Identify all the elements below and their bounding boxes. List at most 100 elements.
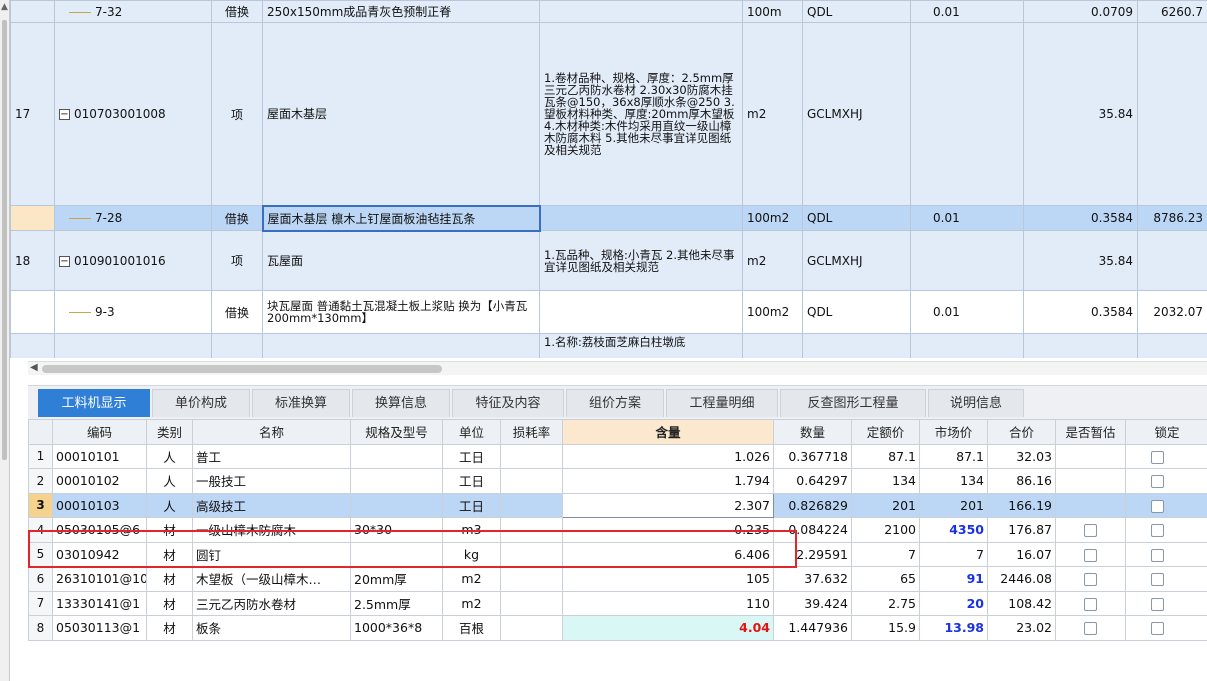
resource-category[interactable]: 材 — [146, 590, 193, 616]
resource-unit[interactable]: m2 — [442, 566, 501, 592]
resource-name[interactable]: 一般技工 — [192, 468, 351, 494]
resource-spec[interactable]: 20mm厚 — [350, 566, 443, 592]
resource-unit[interactable]: kg — [442, 541, 501, 567]
scroll-left-arrow-icon[interactable]: ◀ — [30, 362, 38, 373]
tab-graphic-quantity-lookup[interactable]: 反查图形工程量 — [780, 389, 926, 417]
tab-features-content[interactable]: 特征及内容 — [452, 389, 564, 417]
resource-row[interactable]: 6 26310101@10 材 木望板（一级山樟木… 20mm厚 m2 105 … — [28, 566, 1207, 592]
scroll-up-arrow-icon[interactable]: ▲ — [1, 2, 8, 12]
locked-cell[interactable] — [1125, 590, 1207, 616]
item-features[interactable]: 1.名称:荔枝面芝麻白柱墩底 — [539, 333, 743, 358]
tab-conversion-info[interactable]: 换算信息 — [352, 389, 450, 417]
provisional-cell[interactable] — [1055, 590, 1126, 616]
resource-unit[interactable]: 百根 — [442, 615, 501, 641]
item-features[interactable]: 1.瓦品种、规格:小青瓦 2.其他未尽事宜详见图纸及相关规范 — [539, 230, 743, 291]
resource-code[interactable]: 05030113@1 — [52, 615, 147, 641]
resource-loss[interactable] — [500, 443, 563, 469]
resource-spec[interactable]: 1000*36*8 — [350, 615, 443, 641]
resource-loss[interactable] — [500, 541, 563, 567]
locked-cell[interactable] — [1125, 517, 1207, 543]
locked-checkbox[interactable] — [1151, 573, 1164, 587]
locked-checkbox[interactable] — [1151, 597, 1164, 611]
item-code[interactable] — [54, 333, 212, 358]
resource-name[interactable]: 木望板（一级山樟木… — [192, 566, 351, 592]
provisional-cell[interactable] — [1055, 517, 1126, 543]
tab-labor-material-machine[interactable]: 工料机显示 — [38, 389, 150, 417]
resource-category[interactable]: 人 — [146, 492, 193, 518]
item-expr[interactable]: GCLMXHJ — [802, 230, 911, 291]
resource-market-price[interactable]: 4350 — [919, 517, 988, 543]
collapse-icon[interactable]: − — [59, 255, 70, 267]
locked-checkbox[interactable] — [1151, 524, 1164, 538]
resource-row[interactable]: 5 03010942 材 圆钉 kg 6.406 2.29591 7 7 16.… — [28, 541, 1207, 567]
item-features[interactable]: 1.卷材品种、规格、厚度：2.5mm厚三元乙丙防水卷材 2.30x30防腐木挂瓦… — [539, 22, 743, 206]
header-market-price[interactable]: 市场价 — [919, 419, 988, 445]
locked-cell[interactable] — [1125, 541, 1207, 567]
item-name[interactable]: 250x150mm成品青灰色预制正脊 — [262, 0, 540, 23]
resource-category[interactable]: 材 — [146, 517, 193, 543]
resource-code[interactable]: 00010103 — [52, 492, 147, 518]
resource-row[interactable]: 8 05030113@1 材 板条 1000*36*8 百根 4.04 1.44… — [28, 615, 1207, 641]
resource-content-qty[interactable]: 0.235 — [562, 517, 774, 543]
item-name[interactable]: 块瓦屋面 普通黏土瓦混凝土板上浆贴 换为【小青瓦200mm*130mm】 — [262, 290, 540, 334]
header-locked[interactable]: 锁定 — [1125, 419, 1207, 445]
locked-cell[interactable] — [1125, 566, 1207, 592]
table-row[interactable]: 9-3 借换 块瓦屋面 普通黏土瓦混凝土板上浆贴 换为【小青瓦200mm*130… — [10, 290, 1207, 334]
resource-loss[interactable] — [500, 468, 563, 494]
provisional-checkbox[interactable] — [1084, 622, 1097, 636]
resource-content-qty[interactable]: 105 — [562, 566, 774, 592]
tab-unit-price-composition[interactable]: 单价构成 — [152, 389, 250, 417]
item-code[interactable]: −010901001016 — [54, 230, 212, 291]
resource-content-qty[interactable]: 1.026 — [562, 443, 774, 469]
header-provisional[interactable]: 是否暂估 — [1055, 419, 1126, 445]
header-total[interactable]: 合价 — [987, 419, 1056, 445]
header-amount[interactable]: 数量 — [773, 419, 852, 445]
resource-row[interactable]: 4 05030105@6 材 一级山樟木防腐木 30*30 m3 0.235 0… — [28, 517, 1207, 543]
item-code[interactable]: 7-28 — [54, 205, 212, 231]
resource-unit[interactable]: m2 — [442, 590, 501, 616]
provisional-checkbox[interactable] — [1084, 573, 1097, 587]
resource-name[interactable]: 圆钉 — [192, 541, 351, 567]
resource-loss[interactable] — [500, 566, 563, 592]
left-scrollbar[interactable]: ▲ — [0, 0, 10, 681]
resource-code[interactable]: 26310101@10 — [52, 566, 147, 592]
item-features[interactable] — [539, 205, 743, 231]
resource-row[interactable]: 2 00010102 人 一般技工 工日 1.794 0.64297 134 1… — [28, 468, 1207, 494]
provisional-cell[interactable] — [1055, 566, 1126, 592]
resource-content-qty[interactable]: 6.406 — [562, 541, 774, 567]
resource-name[interactable]: 板条 — [192, 615, 351, 641]
header-quota-price[interactable]: 定额价 — [851, 419, 920, 445]
locked-cell[interactable] — [1125, 443, 1207, 469]
item-features[interactable] — [539, 290, 743, 334]
horizontal-scrollbar[interactable]: ◀ — [28, 361, 1207, 375]
resource-code[interactable]: 13330141@1 — [52, 590, 147, 616]
item-name[interactable]: 屋面木基层 — [262, 22, 540, 206]
locked-checkbox[interactable] — [1151, 475, 1164, 489]
table-row[interactable]: 7-32 借换 250x150mm成品青灰色预制正脊 100m QDL 0.01… — [10, 0, 1207, 23]
locked-cell[interactable] — [1125, 468, 1207, 494]
resource-unit[interactable]: 工日 — [442, 468, 501, 494]
locked-cell[interactable] — [1125, 492, 1207, 518]
resource-spec[interactable] — [350, 468, 443, 494]
tab-pricing-scheme[interactable]: 组价方案 — [566, 389, 664, 417]
header-category[interactable]: 类别 — [146, 419, 193, 445]
resource-spec[interactable]: 2.5mm厚 — [350, 590, 443, 616]
header-loss-rate[interactable]: 损耗率 — [500, 419, 563, 445]
table-row[interactable]: 17 −010703001008 项 屋面木基层 1.卷材品种、规格、厚度：2.… — [10, 22, 1207, 206]
resource-code[interactable]: 05030105@6 — [52, 517, 147, 543]
resource-loss[interactable] — [500, 615, 563, 641]
resource-spec[interactable] — [350, 492, 443, 518]
locked-checkbox[interactable] — [1151, 548, 1164, 562]
collapse-icon[interactable]: − — [59, 109, 70, 120]
resource-unit[interactable]: 工日 — [442, 492, 501, 518]
resource-name[interactable]: 三元乙丙防水卷材 — [192, 590, 351, 616]
resource-category[interactable]: 人 — [146, 468, 193, 494]
resource-code[interactable]: 00010102 — [52, 468, 147, 494]
header-name[interactable]: 名称 — [192, 419, 351, 445]
resource-row[interactable]: 7 13330141@1 材 三元乙丙防水卷材 2.5mm厚 m2 110 39… — [28, 590, 1207, 616]
item-expr[interactable]: QDL — [802, 290, 911, 334]
item-name[interactable]: 屋面木基层 檩木上钉屋面板油毡挂瓦条 — [261, 204, 541, 232]
resource-code[interactable]: 03010942 — [52, 541, 147, 567]
provisional-checkbox[interactable] — [1084, 524, 1097, 538]
resource-row-selected[interactable]: 3 00010103 人 高级技工 工日 2.307 0.826829 201 … — [28, 492, 1207, 518]
